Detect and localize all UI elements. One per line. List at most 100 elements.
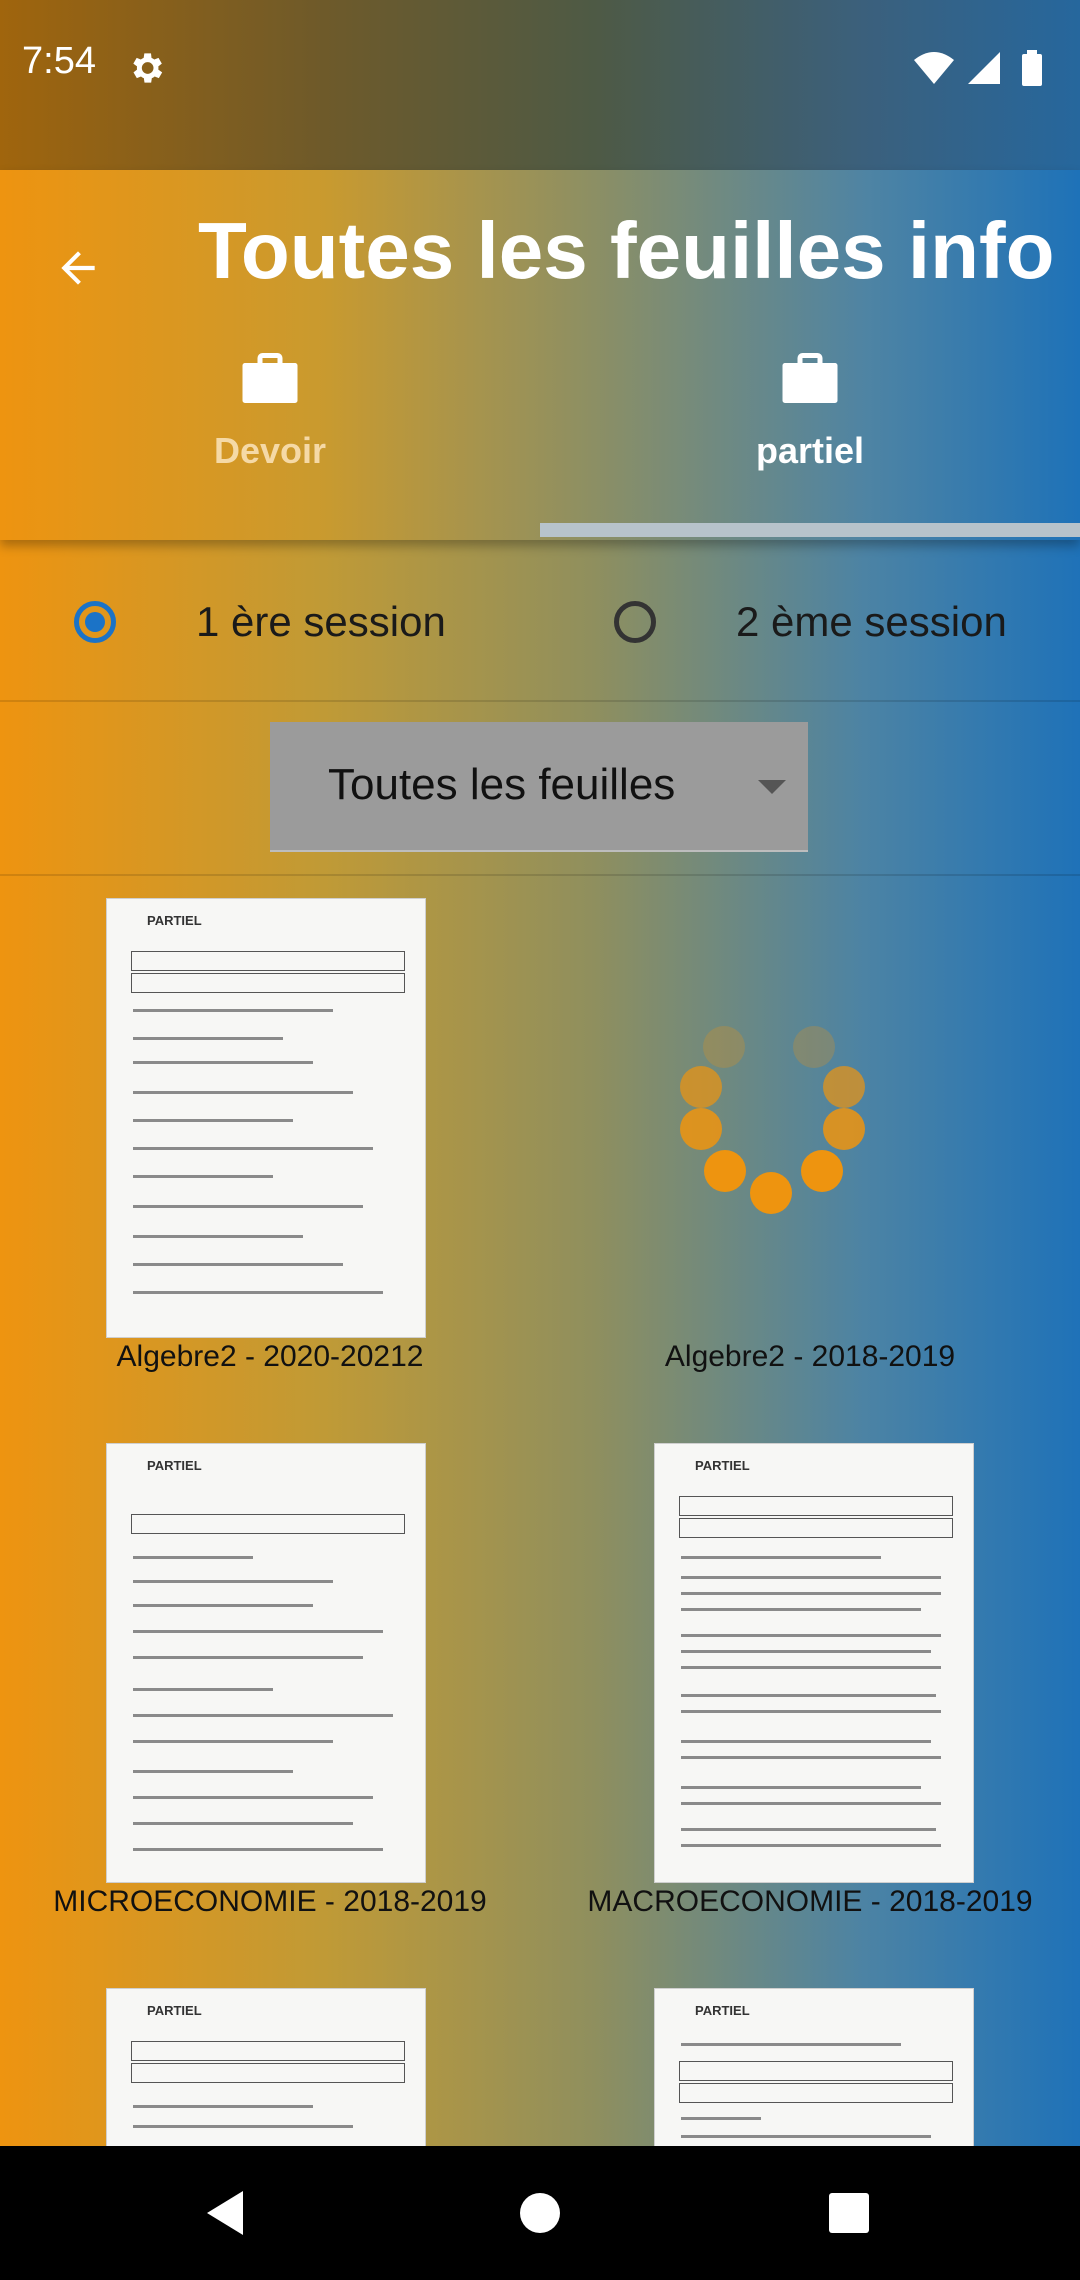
filter-selected-value: Toutes les feuilles	[328, 760, 676, 809]
doc-line	[681, 1710, 941, 1713]
document-card[interactable]: PARTIEL	[0, 1966, 540, 2146]
doc-line	[133, 1009, 333, 1012]
system-nav-bar	[0, 2146, 1080, 2280]
doc-line	[681, 1756, 941, 1759]
dropdown-arrow-icon	[758, 780, 786, 794]
doc-line	[681, 1666, 941, 1669]
document-heading: PARTIEL	[147, 1458, 202, 1473]
doc-line	[133, 1580, 333, 1583]
document-thumbnail[interactable]: PARTIEL	[654, 1443, 974, 1883]
document-thumbnail[interactable]: PARTIEL	[106, 898, 426, 1338]
doc-line	[131, 1514, 405, 1534]
doc-line	[681, 1844, 941, 1847]
signal-icon	[968, 52, 1000, 84]
doc-line	[133, 1175, 273, 1178]
document-heading: PARTIEL	[147, 913, 202, 928]
document-title: Algebre2 - 2020-20212	[116, 1340, 424, 1373]
tab-indicator	[540, 523, 1080, 537]
session-1-radio[interactable]: 1 ère session	[74, 592, 446, 652]
session-1-label: 1 ère session	[196, 598, 446, 645]
doc-line	[133, 1263, 343, 1266]
tab-devoir[interactable]: Devoir	[0, 350, 540, 530]
doc-line	[681, 1592, 941, 1595]
document-card[interactable]: Algebre2 - 2018-2019	[540, 876, 1080, 1416]
document-grid: PARTIEL Algebre2 - 2020-20212 Algebre2 -…	[0, 876, 1080, 2146]
doc-line	[133, 1061, 313, 1064]
doc-line	[133, 1740, 333, 1743]
doc-line	[681, 1576, 941, 1579]
doc-line	[131, 2063, 405, 2083]
document-card[interactable]: PARTIEL Algebre2 - 2020-20212	[0, 876, 540, 1416]
nav-back-icon	[207, 2191, 243, 2235]
nav-home-icon	[520, 2193, 560, 2233]
battery-icon	[1022, 54, 1042, 86]
back-button[interactable]	[30, 220, 126, 316]
filter-row: Toutes les feuilles	[0, 702, 1080, 876]
doc-line	[679, 1518, 953, 1538]
wifi-icon	[914, 52, 954, 84]
document-thumbnail[interactable]: PARTIEL	[654, 1988, 974, 2146]
tab-devoir-label: Devoir	[213, 430, 327, 471]
doc-line	[679, 2061, 953, 2081]
page-title: Toutes les feuilles info	[198, 206, 1055, 295]
doc-line	[133, 1796, 373, 1799]
document-card[interactable]: PARTIEL MICROECONOMIE - 2018-2019	[0, 1421, 540, 1961]
document-thumbnail[interactable]: PARTIEL	[106, 1443, 426, 1883]
doc-line	[133, 1235, 303, 1238]
doc-line	[133, 2105, 313, 2108]
nav-home-button[interactable]	[503, 2176, 577, 2250]
doc-line	[133, 1119, 293, 1122]
session-2-radio[interactable]: 2 ème session	[614, 592, 1007, 652]
doc-line	[681, 1634, 941, 1637]
document-heading: PARTIEL	[695, 2003, 750, 2018]
doc-line	[679, 1496, 953, 1516]
settings-gear-icon	[133, 53, 163, 83]
document-title: Algebre2 - 2018-2019	[664, 1340, 956, 1373]
doc-line	[681, 2117, 761, 2120]
doc-line	[133, 1770, 293, 1773]
nav-recents-button[interactable]	[812, 2176, 886, 2250]
doc-line	[133, 1688, 273, 1691]
doc-line	[681, 1786, 921, 1789]
doc-line	[133, 1556, 253, 1559]
doc-line	[133, 2125, 353, 2128]
doc-line	[133, 1848, 383, 1851]
document-heading: PARTIEL	[147, 2003, 202, 2018]
doc-line	[131, 951, 405, 971]
doc-line	[131, 973, 405, 993]
doc-line	[133, 1037, 283, 1040]
doc-line	[681, 2135, 931, 2138]
doc-line	[681, 1828, 936, 1831]
status-time: 7:54	[22, 40, 96, 82]
doc-line	[133, 1714, 393, 1717]
document-thumbnail[interactable]: PARTIEL	[106, 1988, 426, 2146]
nav-back-button[interactable]	[188, 2176, 262, 2250]
doc-line	[681, 2043, 901, 2046]
document-heading: PARTIEL	[695, 1458, 750, 1473]
doc-line	[133, 1291, 383, 1294]
doc-line	[681, 1650, 931, 1653]
document-card[interactable]: PARTIEL MACROECONOMIE - 2018-2019	[540, 1421, 1080, 1961]
document-card[interactable]: PARTIEL	[540, 1966, 1080, 2146]
doc-line	[681, 1556, 881, 1559]
tab-partiel-label: partiel	[755, 430, 865, 471]
document-title: MICROECONOMIE - 2018-2019	[53, 1885, 487, 1918]
session-2-label: 2 ème session	[736, 598, 1007, 645]
doc-line	[133, 1630, 383, 1633]
doc-line	[133, 1205, 363, 1208]
loading-spinner-icon	[680, 1026, 880, 1226]
document-title: MACROECONOMIE - 2018-2019	[587, 1885, 1033, 1918]
radio-selected-icon	[74, 601, 116, 643]
app-bar: Toutes les feuilles info Devoir partiel	[0, 170, 1080, 540]
briefcase-icon	[782, 353, 838, 403]
tab-partiel[interactable]: partiel	[540, 350, 1080, 530]
nav-recents-icon	[829, 2193, 869, 2233]
doc-line	[681, 1694, 936, 1697]
status-icons	[914, 50, 1042, 86]
filter-dropdown[interactable]: Toutes les feuilles	[270, 722, 808, 852]
doc-line	[679, 2083, 953, 2103]
status-bar: 7:54	[0, 0, 1080, 170]
doc-line	[681, 1608, 921, 1611]
radio-unselected-icon	[614, 601, 656, 643]
briefcase-icon	[242, 353, 298, 403]
